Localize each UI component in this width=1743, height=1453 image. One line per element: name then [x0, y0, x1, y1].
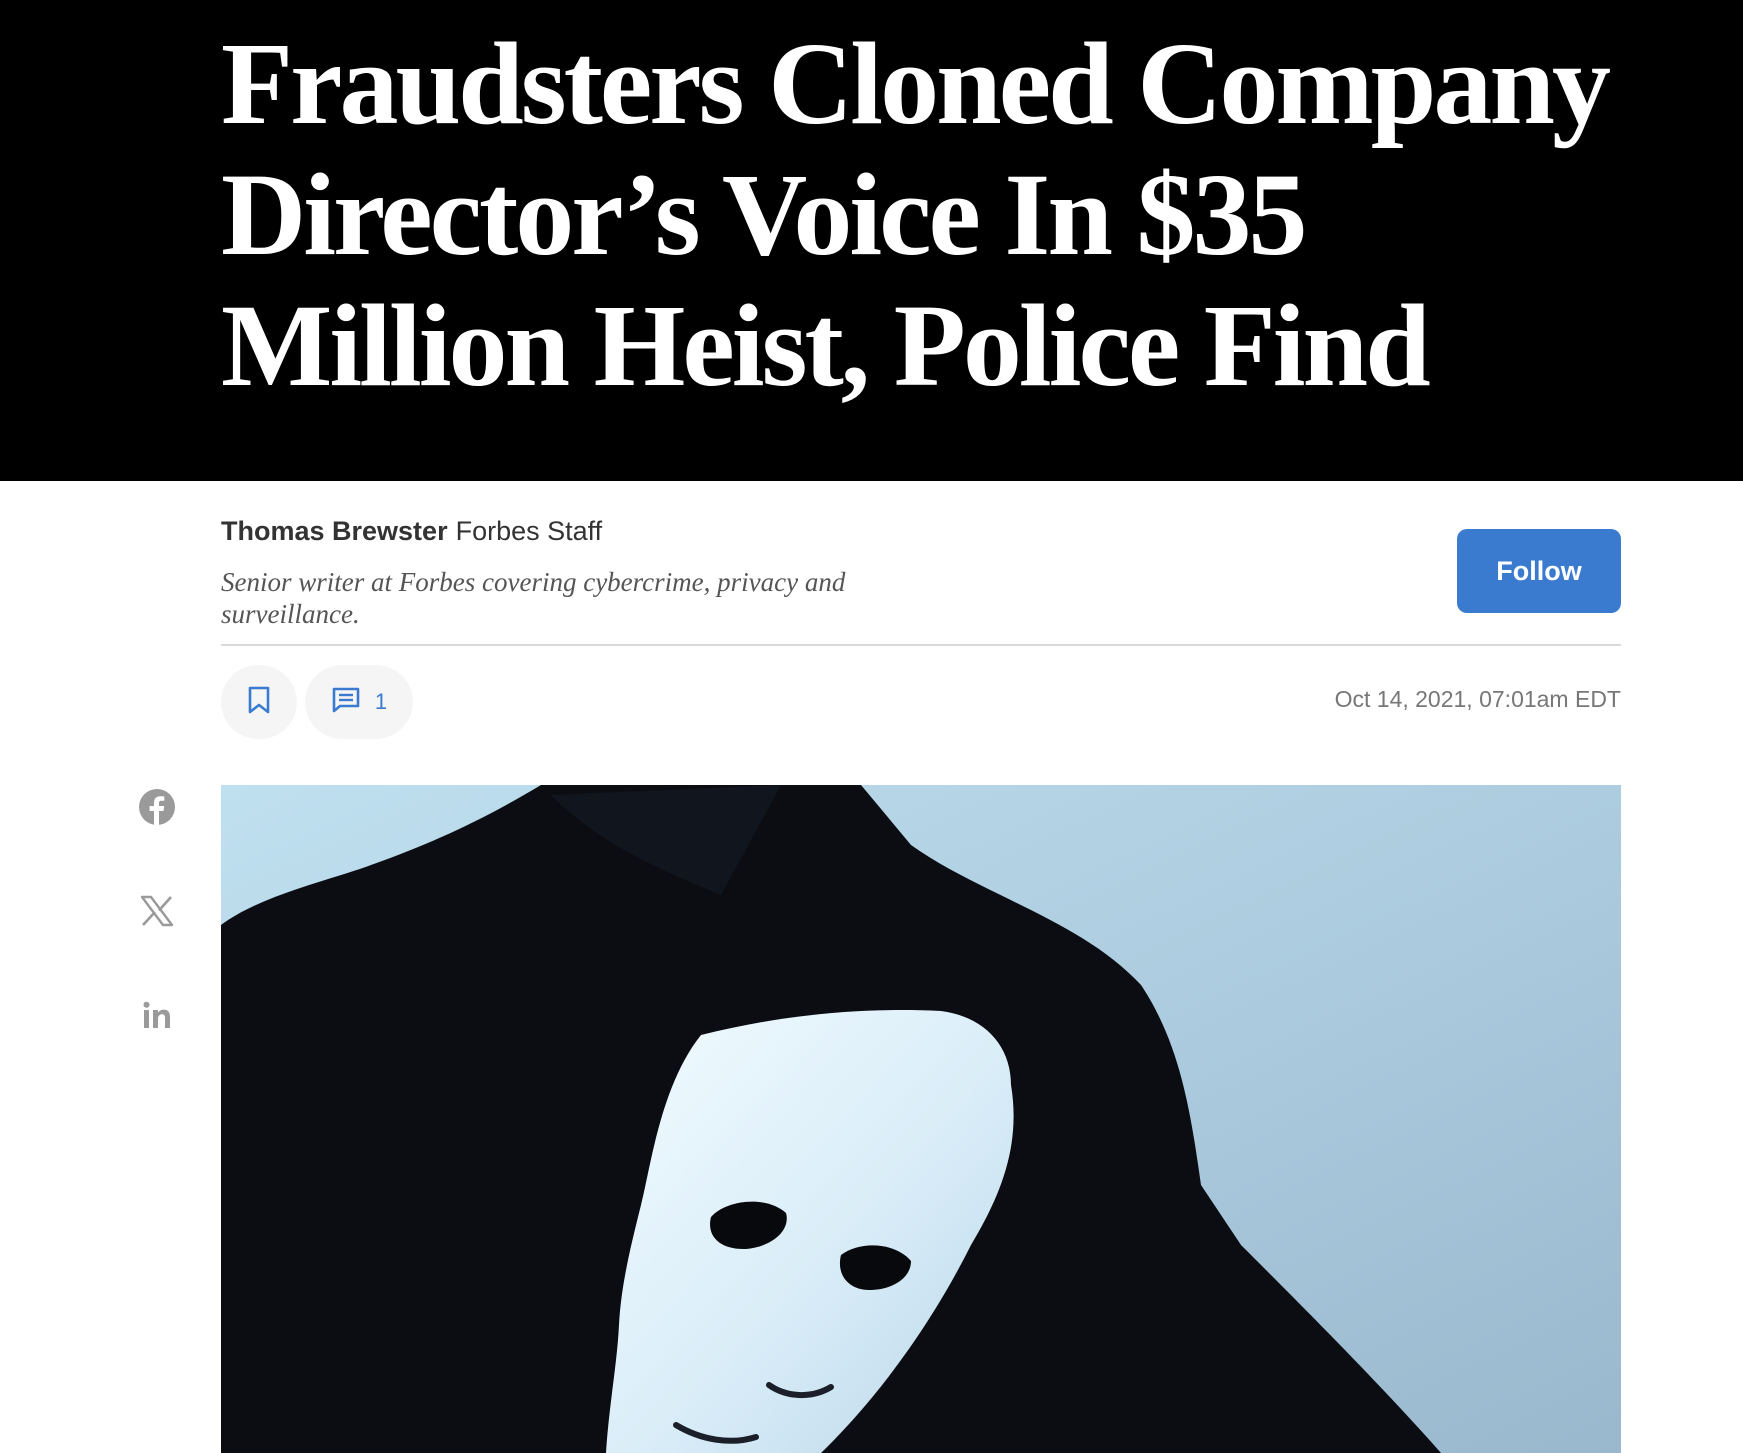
comments-button[interactable]: 1 — [305, 665, 413, 739]
author-line: Thomas Brewster Forbes Staff — [221, 516, 602, 547]
author-role: Forbes Staff — [455, 516, 603, 546]
bookmark-button[interactable] — [221, 665, 297, 739]
linkedin-icon — [142, 1001, 172, 1034]
comment-icon — [331, 686, 361, 719]
bookmark-icon — [246, 685, 272, 720]
author-bio: Senior writer at Forbes covering cybercr… — [221, 567, 846, 629]
x-icon — [140, 895, 174, 932]
facebook-share-button[interactable] — [137, 788, 177, 831]
article-headline: Fraudsters Cloned Company Director’s Voi… — [221, 18, 1611, 411]
hero-image — [221, 785, 1621, 1453]
facebook-icon — [138, 788, 176, 831]
publish-date: Oct 14, 2021, 07:01am EDT — [1334, 686, 1621, 712]
follow-button[interactable]: Follow — [1457, 529, 1621, 613]
article-page: Fraudsters Cloned Company Director’s Voi… — [0, 0, 1743, 1453]
comment-count: 1 — [374, 689, 388, 714]
author-name[interactable]: Thomas Brewster — [221, 516, 448, 546]
article-header: Fraudsters Cloned Company Director’s Voi… — [0, 0, 1743, 481]
linkedin-share-button[interactable] — [137, 997, 177, 1037]
x-share-button[interactable] — [137, 893, 177, 933]
divider — [221, 644, 1621, 646]
